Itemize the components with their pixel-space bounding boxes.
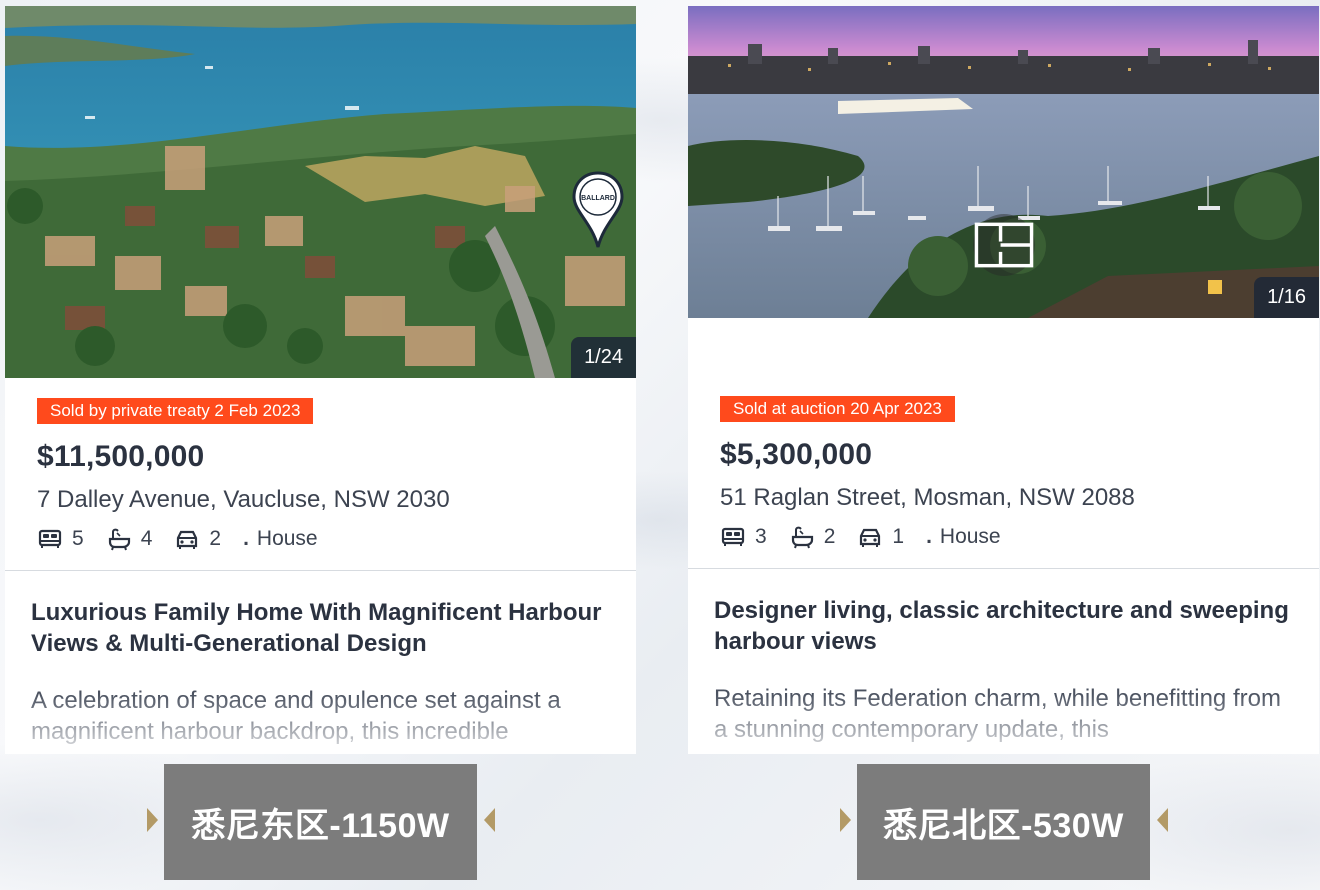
listing-price: $5,300,000 [720, 438, 873, 471]
floorplan-icon [974, 222, 1034, 268]
car-spaces: 2 [174, 526, 221, 552]
sold-badge: Sold at auction 20 Apr 2023 [720, 396, 955, 422]
agency-location-pin: BALLARD [572, 171, 624, 249]
sold-badge: Sold by private treaty 2 Feb 2023 [37, 398, 314, 424]
listing-card-mosman[interactable]: 1/16 Sold at auction 20 Apr 2023 $5,300,… [688, 6, 1319, 754]
car-icon [177, 530, 198, 549]
bed-count: 5 [72, 527, 84, 550]
gold-arrow-left-icon [1157, 808, 1168, 832]
listing-headline[interactable]: Designer living, classic architecture an… [688, 569, 1319, 657]
bedrooms: 3 [720, 524, 767, 550]
gold-arrow-right-icon [147, 808, 158, 832]
floorplan-button[interactable] [973, 214, 1035, 276]
listing-address[interactable]: 51 Raglan Street, Mosman, NSW 2088 [720, 484, 1293, 512]
separator-dot: . [926, 525, 932, 548]
region-label-east: 悉尼东区-1150W [164, 764, 477, 880]
listing-address[interactable]: 7 Dalley Avenue, Vaucluse, NSW 2030 [37, 486, 610, 514]
photo-counter: 1/24 [571, 337, 636, 378]
bath-count: 2 [823, 525, 836, 548]
property-type: . House [926, 525, 1001, 549]
bath-icon [108, 528, 130, 551]
listing-photo[interactable]: BALLARD 1/24 [5, 6, 636, 378]
location-pin-icon: BALLARD [572, 171, 624, 248]
bed-icon [38, 529, 62, 548]
description-fade [5, 694, 636, 754]
property-features: 3 2 1 . House [720, 524, 1293, 550]
bath-icon [791, 526, 813, 549]
bathrooms: 4 [106, 526, 153, 552]
aerial-harbour-photo [5, 6, 636, 378]
car-count: 2 [209, 527, 222, 550]
bed-icon [721, 527, 745, 546]
description-fade [688, 694, 1319, 754]
bathrooms: 2 [789, 524, 836, 550]
property-type-label: House [939, 525, 1001, 548]
bath-count: 4 [140, 527, 153, 550]
bedrooms: 5 [37, 526, 84, 552]
property-type: . House [243, 527, 318, 551]
car-icon [860, 528, 881, 547]
listing-card-vaucluse[interactable]: BALLARD 1/24 Sold by private treaty 2 Fe… [5, 6, 636, 754]
car-count: 1 [892, 525, 905, 548]
bed-count: 3 [755, 525, 767, 548]
gold-arrow-right-icon [840, 808, 851, 832]
region-label-north: 悉尼北区-530W [857, 764, 1150, 880]
property-type-label: House [256, 527, 318, 550]
listing-photo[interactable]: 1/16 [688, 6, 1319, 318]
gold-arrow-left-icon [484, 808, 495, 832]
separator-dot: . [243, 527, 249, 550]
photo-counter: 1/16 [1254, 277, 1319, 318]
listing-price: $11,500,000 [37, 440, 205, 473]
listing-headline[interactable]: Luxurious Family Home With Magnificent H… [5, 571, 636, 659]
property-features: 5 4 2 . House [37, 526, 610, 552]
agency-pin-label: BALLARD [581, 195, 615, 202]
car-spaces: 1 [857, 524, 904, 550]
